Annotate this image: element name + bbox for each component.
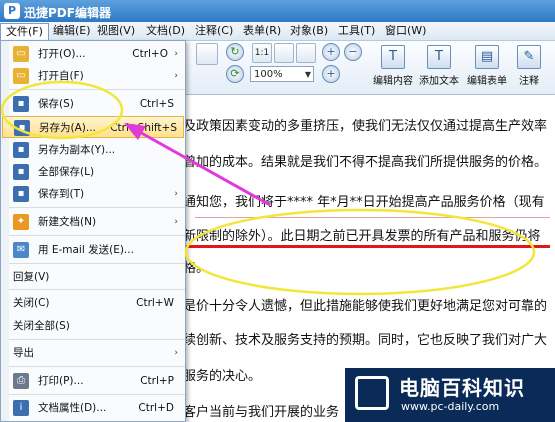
menu-document[interactable]: 文档(D) xyxy=(141,23,190,39)
refresh-icon[interactable]: ⟳ xyxy=(226,65,244,83)
menu-item-save-all[interactable]: ▪ 全部保存(L) xyxy=(2,161,184,183)
watermark-title: 电脑百科知识 xyxy=(399,376,525,400)
save-as-icon: ▪ xyxy=(14,120,30,136)
menu-item-save[interactable]: ▪ 保存(S) Ctrl+S xyxy=(2,93,184,115)
save-icon: ▪ xyxy=(13,96,29,112)
menu-separator xyxy=(9,289,185,290)
watermark-url: www.pc-daily.com xyxy=(401,400,500,413)
doc-line: 是价十分令人遗憾，但此措施能够使我们更好地满足您对可靠的 xyxy=(183,299,548,314)
app-logo-icon: P xyxy=(4,3,20,19)
menu-item-email[interactable]: ✉ 用 E-mail 发送(E)... xyxy=(2,239,184,261)
new-document-icon: ✦ xyxy=(13,214,29,230)
doc-line: 新限制的除外）。此日期之前已开具发票的所有产品和服务仍将 xyxy=(183,229,541,244)
menu-object[interactable]: 对象(B) xyxy=(285,23,333,39)
menu-separator xyxy=(9,235,185,236)
watermark: 电脑百科知识 www.pc-daily.com xyxy=(345,368,555,422)
menu-bar: 文件(F) 编辑(E) 视图(V) 文档(D) 注释(C) 表单(R) 对象(B… xyxy=(0,22,555,41)
divider xyxy=(195,217,550,218)
save-all-icon: ▪ xyxy=(13,164,29,180)
menu-item-save-copy[interactable]: ▪ 另存为副本(Y)... xyxy=(2,139,184,161)
app-title: 迅捷PDF编辑器 xyxy=(24,6,111,20)
add-text-button[interactable]: T 添加文本 xyxy=(416,43,462,91)
menu-separator xyxy=(9,263,185,264)
menu-separator xyxy=(9,339,185,340)
menu-form[interactable]: 表单(R) xyxy=(238,23,286,39)
menu-separator xyxy=(9,394,185,395)
doc-line: 续创新、技术及服务支持的预期。同时，它也反映了我们对广大 xyxy=(183,333,548,348)
zoom-in-icon[interactable]: + xyxy=(322,43,340,61)
zoom-plus-icon[interactable]: + xyxy=(322,65,340,83)
menu-item-save-as[interactable]: ▪ 另存为(A)... Ctrl+Shift+S xyxy=(2,116,184,138)
menu-separator xyxy=(9,207,185,208)
save-to-icon: ▪ xyxy=(13,186,29,202)
actual-size-button[interactable]: 1:1 xyxy=(252,43,272,63)
info-icon: i xyxy=(13,400,29,416)
menu-item-open-from[interactable]: ▭ 打开自(F) › xyxy=(2,65,184,87)
menu-tools[interactable]: 工具(T) xyxy=(333,23,380,39)
add-text-icon: T xyxy=(427,45,451,69)
doc-line: 服务的决心。 xyxy=(183,369,262,384)
menu-edit[interactable]: 编辑(E) xyxy=(48,23,96,39)
menu-view[interactable]: 视图(V) xyxy=(92,23,140,39)
menu-separator xyxy=(9,89,185,90)
comment-button[interactable]: ✎ 注释 xyxy=(506,43,552,91)
monitor-logo-icon xyxy=(355,376,389,410)
menu-item-revert[interactable]: 回复(V) xyxy=(2,266,184,288)
menu-item-open[interactable]: ▭ 打开(O)... Ctrl+O › xyxy=(2,43,184,65)
zoom-select[interactable]: 100% ▼ xyxy=(250,66,314,82)
edit-form-button[interactable]: ▤ 编辑表单 xyxy=(464,43,510,91)
doc-line: 曾加的成本。结果就是我们不得不提高我们所提供服务的价格。 xyxy=(183,155,548,170)
file-menu: ▭ 打开(O)... Ctrl+O › ▭ 打开自(F) › ▪ 保存(S) C… xyxy=(0,40,186,422)
edit-form-icon: ▤ xyxy=(475,45,499,69)
menu-comment[interactable]: 注释(C) xyxy=(190,23,238,39)
doc-line: 通知您，我们将于**** 年*月**日开始提高产品服务价格（现有 xyxy=(183,195,545,210)
folder-open-icon: ▭ xyxy=(13,46,29,62)
save-copy-icon: ▪ xyxy=(13,142,29,158)
rotate-icon[interactable]: ↻ xyxy=(226,43,244,61)
doc-line: 客户当前与我们开展的业务 xyxy=(183,405,340,420)
menu-item-print[interactable]: ⎙ 打印(P)... Ctrl+P xyxy=(2,370,184,392)
fit-page-icon[interactable] xyxy=(274,43,294,63)
menu-item-new-document[interactable]: ✦ 新建文档(N) › xyxy=(2,211,184,233)
title-bar: P 迅捷PDF编辑器 xyxy=(0,0,555,22)
menu-item-close-all[interactable]: 关闭全部(S) xyxy=(2,315,184,337)
menu-item-close[interactable]: 关闭(C) Ctrl+W xyxy=(2,292,184,314)
chevron-down-icon: ▼ xyxy=(304,70,311,79)
red-underline xyxy=(185,245,550,248)
email-icon: ✉ xyxy=(13,242,29,258)
doc-line: 格。 xyxy=(183,261,210,276)
zoom-out-icon[interactable]: − xyxy=(344,43,362,61)
print-icon: ⎙ xyxy=(13,373,29,389)
menu-window[interactable]: 窗口(W) xyxy=(380,23,431,39)
folder-icon: ▭ xyxy=(13,68,29,84)
fit-width-icon[interactable] xyxy=(296,43,316,63)
edit-content-button[interactable]: T 编辑内容 xyxy=(370,43,416,91)
doc-line: 及政策因素变动的多重挤压，使我们无法仅仅通过提高生产效率 xyxy=(183,119,548,134)
menu-file[interactable]: 文件(F) xyxy=(0,23,49,40)
comment-icon: ✎ xyxy=(517,45,541,69)
menu-separator xyxy=(9,366,185,367)
zoom-value: 100% xyxy=(254,69,283,80)
menu-item-save-to[interactable]: ▪ 保存到(T) › xyxy=(2,183,184,205)
edit-content-icon: T xyxy=(381,45,405,69)
menu-item-export[interactable]: 导出 › xyxy=(2,342,184,364)
select-tool-icon[interactable] xyxy=(196,43,218,65)
menu-item-document-properties[interactable]: i 文档属性(D)... Ctrl+D xyxy=(2,397,184,419)
